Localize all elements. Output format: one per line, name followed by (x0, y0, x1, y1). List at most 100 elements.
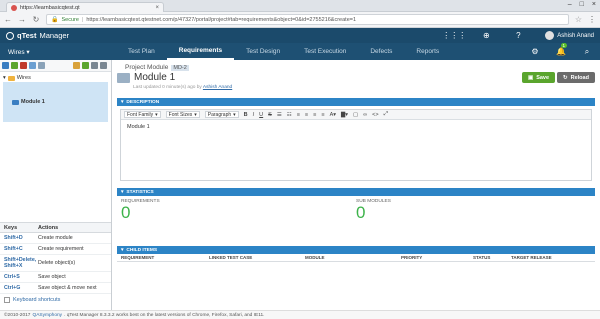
bell-icon[interactable]: 🔔 1 (556, 42, 567, 57)
strikethrough-icon[interactable]: S (268, 112, 272, 118)
apps-grid-icon[interactable]: ⋮⋮⋮ (442, 31, 466, 41)
link-icon[interactable]: ∞ (363, 112, 367, 118)
font-size-label: Font Sizes (168, 111, 193, 118)
column-header[interactable]: REQUIREMENT (117, 255, 205, 260)
collapse-icon: ▾ (121, 247, 124, 253)
statistics-section: ▾ STATISTICS REQUIREMENTS SUB MODULES 0 … (117, 188, 595, 243)
project-selector[interactable]: Wires ▾ (0, 48, 56, 56)
editor-toolbar: Font Family ▾ Font Sizes ▾ Paragraph ▾ B I … (121, 110, 591, 120)
tab-defects[interactable]: Defects (358, 43, 404, 60)
refresh-tree-icon[interactable] (100, 62, 107, 69)
column-header[interactable]: PRIORITY (397, 255, 469, 260)
bullet-list-icon[interactable]: ☰ (277, 112, 282, 118)
font-size-select[interactable]: Font Sizes ▾ (165, 111, 200, 118)
help-icon[interactable]: ? (513, 31, 523, 41)
filter-icon[interactable] (29, 62, 36, 69)
align-center-icon[interactable]: ≡ (305, 112, 308, 118)
shortcut-row: Shift+D Create module (0, 233, 111, 244)
italic-icon[interactable]: I (253, 112, 255, 118)
reload-button[interactable]: ↻ Reload (557, 72, 595, 83)
url-input[interactable]: 🔒 Secure | https://learnbasicqtest.qtest… (46, 14, 569, 25)
shortcut-row: Ctrl+G Save object & move next (0, 283, 111, 294)
shortcut-action: Save object & move next (38, 285, 97, 291)
statistics-title: STATISTICS (126, 189, 154, 195)
tree-item-module-1[interactable]: Module 1 (3, 82, 108, 122)
tab-reports[interactable]: Reports (404, 43, 451, 60)
gear-icon[interactable]: ⚙ (530, 47, 540, 57)
new-module-icon[interactable] (2, 62, 9, 69)
save-button[interactable]: ▣ Save (522, 72, 556, 83)
underline-icon[interactable]: U (259, 112, 263, 118)
download-icon[interactable]: ⊕ (481, 31, 491, 41)
code-icon[interactable]: <> (372, 112, 378, 118)
shortcut-action: Create module (38, 235, 73, 241)
browser-menu-icon[interactable]: ⋮ (588, 15, 596, 24)
header-actions: ⋮⋮⋮ ⊕ ? Ashish Anand (442, 31, 594, 41)
shortcut-action: Delete object(s) (38, 260, 76, 266)
tab-test-plan[interactable]: Test Plan (116, 43, 167, 60)
move-icon[interactable] (38, 62, 45, 69)
last-updated-user[interactable]: Ashish Anand (203, 85, 232, 90)
new-requirement-icon[interactable] (11, 62, 18, 69)
close-tab-icon[interactable]: × (155, 5, 159, 11)
browser-tab[interactable]: https://learnbasicqtest.qt × (6, 2, 164, 12)
object-id: MD-2 (171, 64, 189, 71)
bold-icon[interactable]: B (244, 112, 248, 118)
close-window-icon[interactable]: × (592, 1, 596, 8)
save-icon: ▣ (528, 74, 534, 81)
delete-icon[interactable] (20, 62, 27, 69)
image-icon[interactable]: ▢ (353, 112, 358, 118)
description-body[interactable]: Module 1 (121, 120, 591, 134)
minimize-icon[interactable]: – (568, 1, 572, 8)
refresh-icon[interactable]: ↻ (32, 15, 40, 24)
user-menu[interactable]: Ashish Anand (545, 31, 594, 40)
qtest-logo-icon (6, 31, 14, 40)
statistics-header[interactable]: ▾ STATISTICS (117, 188, 595, 196)
export-icon[interactable] (73, 62, 80, 69)
page-title[interactable]: Module 1 (134, 72, 175, 83)
reload-label: Reload (570, 74, 589, 81)
child-items-header[interactable]: ▾ CHILD ITEMS (117, 246, 595, 254)
text-color-icon[interactable]: A▾ (330, 112, 336, 118)
column-header[interactable]: TARGET RELEASE (507, 255, 587, 260)
align-left-icon[interactable]: ≡ (297, 112, 300, 118)
paragraph-select[interactable]: Paragraph ▾ (204, 111, 239, 118)
fullscreen-icon[interactable]: ⤢ (384, 111, 388, 118)
keyboard-shortcuts-label: Keyboard shortcuts (13, 297, 61, 303)
app-footer: ©2010-2017 QASymphony . qTest Manager 8.… (0, 310, 600, 319)
tab-test-execution[interactable]: Test Execution (292, 43, 358, 60)
maximize-icon[interactable]: □ (580, 1, 584, 8)
align-right-icon[interactable]: ≡ (313, 112, 316, 118)
collapse-icon[interactable]: ▾ (3, 75, 6, 81)
project-name: Wires (8, 48, 25, 56)
search-icon[interactable]: ⌕ (582, 47, 592, 57)
column-header[interactable]: LINKED TEST CASE (205, 255, 301, 260)
shortcut-row: Ctrl+S Save object (0, 272, 111, 283)
tree-root[interactable]: ▾ Wires (3, 74, 108, 82)
numbered-list-icon[interactable]: ☷ (287, 112, 292, 118)
child-items-title: CHILD ITEMS (126, 247, 158, 253)
justify-icon[interactable]: ≡ (321, 112, 324, 118)
browser-tabstrip: https://learnbasicqtest.qt × – □ × (0, 0, 600, 12)
font-family-select[interactable]: Font Family ▾ (124, 111, 161, 118)
last-updated: Last updated 0 minute(s) ago by Ashish A… (133, 85, 232, 90)
tab-title: https://learnbasicqtest.qt (20, 4, 80, 11)
lock-icon: 🔒 (51, 17, 59, 23)
print-icon[interactable] (91, 62, 98, 69)
app-logo[interactable]: qTest Manager (6, 31, 69, 40)
import-icon[interactable] (82, 62, 89, 69)
background-color-icon[interactable]: ▇▾ (341, 112, 348, 118)
back-icon[interactable]: ← (4, 15, 12, 24)
font-family-label: Font Family (127, 111, 154, 118)
forward-icon[interactable]: → (18, 15, 26, 24)
company-link[interactable]: QASymphony (32, 313, 62, 318)
shortcut-key: Shift+Delete, Shift+X (4, 257, 37, 269)
bookmark-star-icon[interactable]: ☆ (575, 15, 582, 24)
tab-test-design[interactable]: Test Design (234, 43, 292, 60)
description-header[interactable]: ▾ DESCRIPTION (117, 98, 595, 106)
column-header[interactable]: MODULE (301, 255, 397, 260)
tree-item-label: Module 1 (21, 99, 45, 105)
tab-requirements[interactable]: Requirements (166, 43, 235, 60)
keyboard-shortcuts-link[interactable]: Keyboard shortcuts (0, 294, 111, 306)
column-header[interactable]: STATUS (469, 255, 507, 260)
